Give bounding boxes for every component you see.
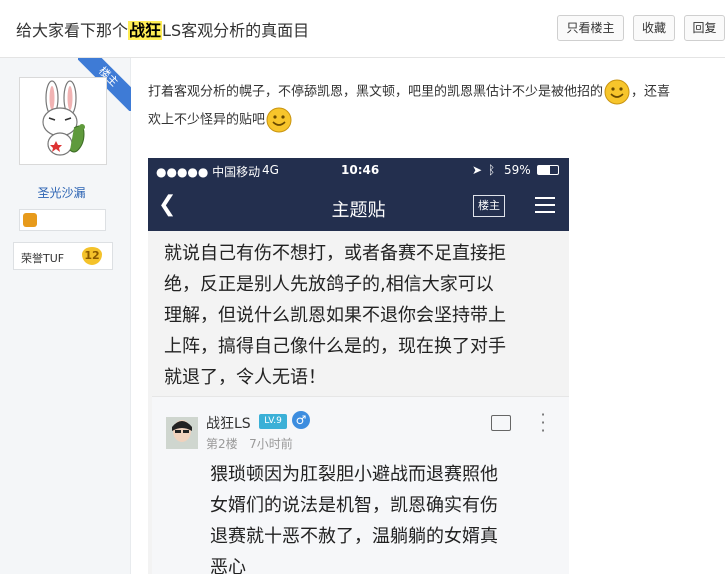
honor-box: 荣誉TUF 12 (13, 242, 113, 270)
author-name[interactable]: 圣光沙漏 (0, 184, 123, 201)
battery-icon (537, 165, 559, 175)
thread-header: 给大家看下那个战狂LS客观分析的真面目 只看楼主 收藏 回复 (0, 0, 725, 58)
phone-status-bar: ●●●●● 中国移动 4G 10:46 ➤ ᛒ 59% (148, 158, 569, 182)
battery-percent: 59% (504, 163, 531, 177)
reply-body: 猥琐顿因为肛裂胆小避战而退赛照他 女婿们的说法是机智，凯恩确实有伤 退赛就十恶不… (210, 464, 498, 574)
reply-username[interactable]: 战狂LS (206, 413, 251, 433)
title-highlight: 战狂 (128, 21, 163, 40)
honor-level-badge: 12 (82, 247, 102, 265)
title-suffix: LS客观分析的真面目 (162, 21, 310, 40)
comment-icon[interactable] (491, 415, 511, 431)
reply-floor: 第2楼 (206, 437, 238, 451)
thread-title: 给大家看下那个战狂LS客观分析的真面目 (16, 17, 309, 41)
post-line-2: 欢上不少怪异的贴吧 (148, 106, 720, 134)
location-icon: ➤ (472, 163, 483, 177)
nav-title: 主题贴 (331, 200, 386, 221)
reply-time: 7小时前 (249, 437, 293, 451)
honor-label: 荣誉TUF (21, 252, 65, 265)
smiley-icon (604, 79, 630, 105)
network-label: 4G (262, 163, 279, 177)
phone-nav-bar: ❮ 主题贴 楼主 (148, 182, 569, 231)
post-content: 打着客观分析的幌子，不停舔凯恩，黑文顿，吧里的凯恩黑估计不少是被他招的 ，还喜 欢… (148, 78, 720, 134)
rabbit-avatar-icon (42, 80, 85, 156)
reply-button[interactable]: 回复 (684, 15, 725, 41)
level-icon (23, 213, 37, 227)
carrier-label: ●●●●● 中国移动 (156, 165, 261, 179)
person-avatar-icon (166, 417, 198, 449)
post-line-1: 打着客观分析的幌子，不停舔凯恩，黑文顿，吧里的凯恩黑估计不少是被他招的 ，还喜 (148, 78, 720, 106)
reply-level-badge: LV.9 (259, 414, 287, 429)
only-owner-button[interactable]: 只看楼主 (557, 15, 624, 41)
title-prefix: 给大家看下那个 (16, 21, 129, 40)
quoted-post-body: 就说自己有伤不想打，或者备赛不足直接拒 绝，反正是别人先放鸽子的,相信大家可以 … (164, 243, 506, 388)
bluetooth-icon: ᛒ (488, 163, 496, 177)
embedded-screenshot: ●●●●● 中国移动 4G 10:46 ➤ ᛒ 59% ❮ 主题贴 楼主 就说自… (148, 158, 569, 574)
menu-icon[interactable] (535, 197, 555, 215)
clock-label: 10:46 (341, 163, 380, 177)
favorite-button[interactable]: 收藏 (633, 15, 675, 41)
reply-meta: 第2楼 7小时前 (206, 435, 293, 452)
reply-card: 战狂LS LV.9 ♂ 第2楼 7小时前 · · · 猥琐顿因为肛裂胆小避战而退赛照… (152, 396, 569, 574)
more-icon[interactable]: · · · (540, 407, 546, 439)
owner-filter-button[interactable]: 楼主 (473, 195, 505, 217)
smiley-icon (266, 107, 292, 133)
reply-avatar[interactable] (166, 417, 198, 449)
male-icon: ♂ (292, 411, 310, 429)
level-box (19, 209, 106, 231)
author-avatar[interactable] (19, 77, 107, 165)
